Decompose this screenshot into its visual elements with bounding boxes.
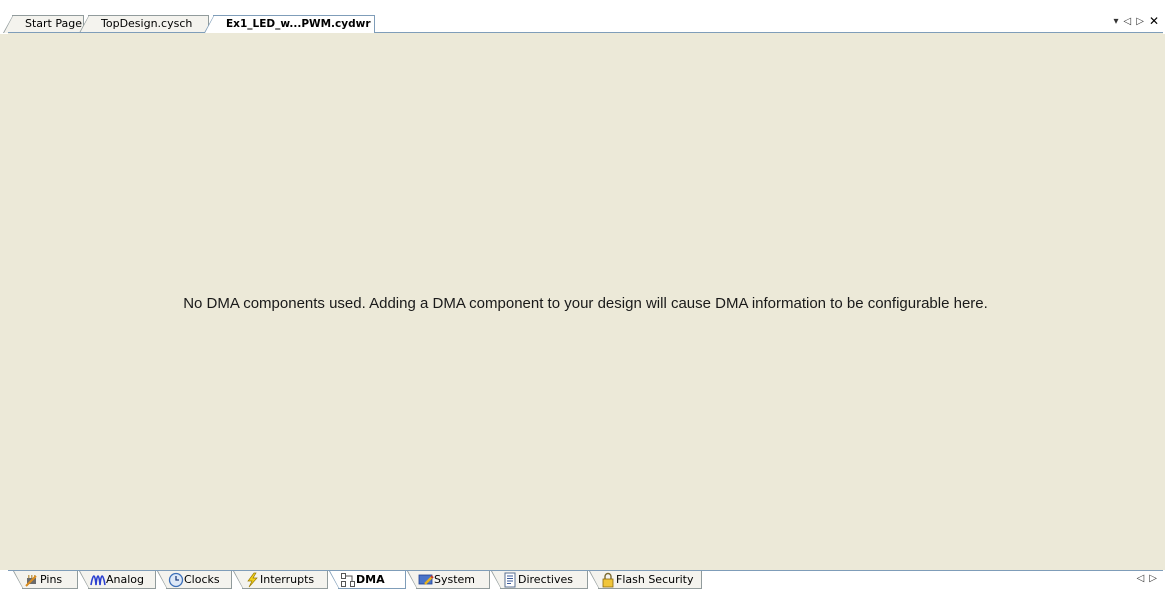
analog-wave-icon (90, 575, 106, 586)
tab-label: Directives (518, 573, 573, 586)
tab-label: DMA (356, 573, 385, 586)
pins-icon (25, 575, 37, 587)
lightning-icon (247, 572, 258, 588)
tab-label: Ex1_LED_w...PWM.cydwr (226, 18, 371, 30)
tab-start-page[interactable]: Start Page (3, 15, 84, 33)
tab-dma[interactable]: DMA (329, 571, 406, 589)
tab-clocks[interactable]: Clocks (157, 571, 232, 589)
tab-analog[interactable]: Analog (79, 571, 156, 589)
tab-label: Pins (40, 573, 63, 586)
lock-icon (602, 572, 614, 588)
tab-topdesign-cysch[interactable]: TopDesign.cysch (79, 15, 209, 33)
tab-flash-security[interactable]: Flash Security (589, 571, 702, 589)
tab-cydwr-active[interactable]: Ex1_LED_w...PWM.cydwr (204, 15, 375, 33)
tab-system[interactable]: System (407, 571, 490, 589)
empty-state-message: No DMA components used. Adding a DMA com… (183, 295, 988, 312)
tab-label: Start Page (25, 17, 82, 30)
tab-interrupts[interactable]: Interrupts (233, 571, 328, 589)
document-tab-strip: Start Page TopDesign.cysch Ex1_LED_w...P… (0, 0, 1165, 34)
scroll-left-icon[interactable]: ◁ (1124, 16, 1132, 27)
scroll-right-icon[interactable]: ▷ (1149, 573, 1157, 584)
tab-pins[interactable]: Pins (13, 571, 78, 589)
window-controls: ▾ ◁ ▷ ✕ (1114, 13, 1160, 29)
tab-label: TopDesign.cysch (101, 17, 193, 30)
tab-label: Flash Security (616, 573, 694, 586)
dma-page-content: No DMA components used. Adding a DMA com… (8, 33, 1163, 570)
page-tab-scroll: ◁ ▷ (1137, 573, 1157, 584)
tab-label: System (434, 573, 476, 586)
scroll-right-icon[interactable]: ▷ (1136, 16, 1144, 27)
tab-label: Interrupts (260, 573, 315, 586)
chevron-down-icon[interactable]: ▾ (1114, 16, 1119, 27)
tab-directives[interactable]: Directives (491, 571, 588, 589)
tab-label: Clocks (184, 573, 220, 586)
directives-icon (504, 572, 516, 588)
close-icon[interactable]: ✕ (1149, 14, 1159, 28)
system-icon (418, 574, 434, 585)
dma-icon (341, 573, 355, 587)
page-tab-strip: Pins Analog Clocks Interrupts DMA System… (0, 570, 1165, 591)
tab-label: Analog (106, 573, 145, 586)
clock-icon (168, 572, 184, 588)
scroll-left-icon[interactable]: ◁ (1137, 573, 1145, 584)
